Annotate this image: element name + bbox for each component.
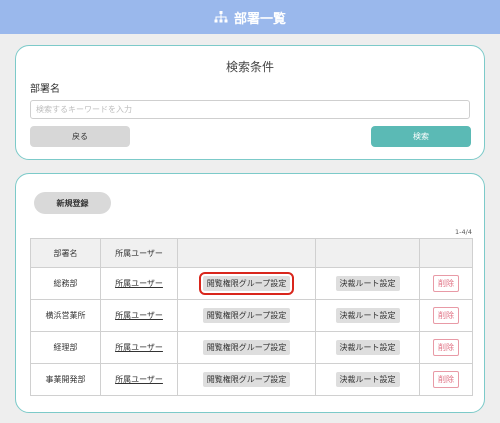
department-name: 総務部 (30, 267, 101, 300)
approval-route-button[interactable]: 決裁ルート設定 (335, 276, 400, 291)
page-header: 部署一覧 (0, 0, 500, 34)
column-header-permission (177, 238, 316, 268)
org-chart-icon (214, 10, 228, 24)
result-count: 1-4/4 (455, 228, 472, 236)
search-button[interactable]: 検索 (371, 126, 471, 147)
new-registration-button[interactable]: 新規登録 (34, 192, 111, 214)
table-header-row: 部署名 所属ユーザー (30, 238, 473, 268)
department-name: 横浜営業所 (30, 299, 101, 332)
approval-route-button[interactable]: 決裁ルート設定 (335, 308, 400, 323)
approval-route-button[interactable]: 決裁ルート設定 (335, 372, 400, 387)
view-permission-group-button[interactable]: 閲覧権限グループ設定 (202, 372, 291, 387)
member-users-link[interactable]: 所属ユーザー (115, 311, 163, 320)
delete-button[interactable]: 削除 (433, 307, 459, 324)
department-search-input[interactable] (30, 100, 470, 119)
department-table: 部署名 所属ユーザー 総務部 所属ユーザー 閲覧権限グループ設定 決裁ルート設定… (30, 238, 473, 396)
column-header-delete (419, 238, 473, 268)
delete-button[interactable]: 削除 (433, 339, 459, 356)
table-row: 横浜営業所 所属ユーザー 閲覧権限グループ設定 決裁ルート設定 削除 (30, 299, 473, 332)
delete-button[interactable]: 削除 (433, 275, 459, 292)
page-title: 部署一覧 (233, 11, 286, 27)
delete-button[interactable]: 削除 (433, 371, 459, 388)
member-users-link[interactable]: 所属ユーザー (115, 343, 163, 352)
table-row: 事業開発部 所属ユーザー 閲覧権限グループ設定 決裁ルート設定 削除 (30, 363, 473, 396)
view-permission-group-button[interactable]: 閲覧権限グループ設定 (202, 308, 291, 323)
search-panel: 検索条件 部署名 戻る 検索 (15, 45, 485, 160)
member-users-link[interactable]: 所属ユーザー (115, 279, 163, 288)
column-header-users: 所属ユーザー (100, 238, 178, 268)
department-name: 事業開発部 (30, 363, 101, 396)
column-header-route (315, 238, 420, 268)
view-permission-group-button[interactable]: 閲覧権限グループ設定 (198, 272, 295, 295)
back-button[interactable]: 戻る (30, 126, 130, 147)
view-permission-group-button[interactable]: 閲覧権限グループ設定 (202, 340, 291, 355)
department-name: 経理部 (30, 331, 101, 364)
search-panel-title: 検索条件 (225, 60, 274, 74)
department-list-panel: 新規登録 1-4/4 部署名 所属ユーザー 総務部 所属ユーザー 閲覧権限グルー… (15, 173, 485, 413)
member-users-link[interactable]: 所属ユーザー (115, 375, 163, 384)
department-name-label: 部署名 (30, 84, 60, 95)
table-row: 経理部 所属ユーザー 閲覧権限グループ設定 決裁ルート設定 削除 (30, 331, 473, 364)
approval-route-button[interactable]: 決裁ルート設定 (335, 340, 400, 355)
table-row: 総務部 所属ユーザー 閲覧権限グループ設定 決裁ルート設定 削除 (30, 267, 473, 300)
column-header-department: 部署名 (30, 238, 101, 268)
